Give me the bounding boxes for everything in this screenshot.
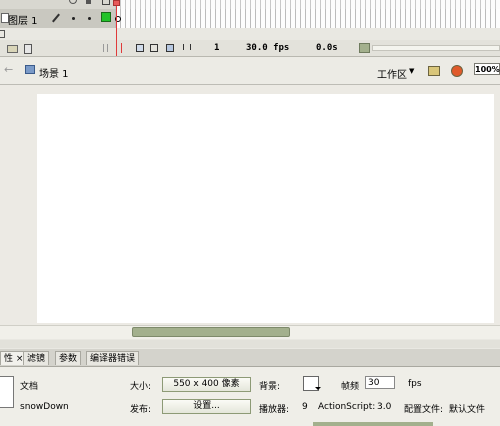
grip-icon bbox=[103, 44, 108, 52]
layer-color-icon[interactable] bbox=[101, 12, 111, 22]
stage[interactable] bbox=[37, 94, 494, 323]
edit-scene-icon[interactable] bbox=[428, 66, 440, 76]
layer-name[interactable]: 图层 1 bbox=[8, 12, 38, 27]
lock-dot-icon[interactable] bbox=[88, 17, 91, 20]
onion-markers-icon[interactable] bbox=[183, 44, 191, 50]
onion-skin-icon[interactable] bbox=[136, 44, 144, 52]
timeline-hscroll[interactable] bbox=[372, 45, 500, 51]
center-frame-icon[interactable] bbox=[121, 43, 122, 53]
visibility-dot-icon[interactable] bbox=[72, 17, 75, 20]
scroll-left-icon[interactable] bbox=[359, 43, 370, 53]
zoom-field[interactable]: 100% bbox=[474, 63, 500, 75]
timeline-spacer bbox=[0, 28, 500, 40]
tab-filters[interactable]: 滤镜 bbox=[23, 351, 50, 365]
edit-multiple-icon[interactable] bbox=[166, 44, 174, 52]
folder-icon[interactable] bbox=[7, 45, 18, 53]
onion-outline-icon[interactable] bbox=[150, 44, 158, 52]
frame-rate-display[interactable]: 30.0 fps bbox=[246, 43, 289, 53]
actionscript-value: 3.0 bbox=[377, 402, 392, 412]
doc-name: snowDown bbox=[20, 402, 69, 412]
size-label: 大小: bbox=[130, 382, 152, 392]
properties-panel bbox=[0, 367, 500, 426]
profile-value: 默认文件 bbox=[449, 405, 486, 415]
swatch-arrow-icon bbox=[315, 387, 321, 390]
publish-label: 发布: bbox=[130, 405, 152, 415]
outline-icon[interactable] bbox=[102, 0, 110, 5]
fps-field[interactable]: 30 bbox=[365, 376, 395, 389]
bg-label: 背景: bbox=[259, 382, 281, 392]
back-arrow-icon[interactable]: ← bbox=[4, 63, 13, 76]
workspace-menu[interactable]: 工作区 bbox=[377, 66, 407, 81]
lock-icon[interactable] bbox=[86, 0, 91, 4]
stage-scroll-thumb[interactable] bbox=[132, 327, 290, 337]
scene-icon bbox=[25, 65, 35, 74]
player-value: 9 bbox=[302, 402, 308, 412]
timeline-frames[interactable] bbox=[115, 0, 500, 28]
edit-symbol-icon[interactable] bbox=[451, 65, 463, 77]
settings-button[interactable]: 设置... bbox=[162, 399, 251, 414]
playhead-line bbox=[116, 0, 117, 56]
playhead-handle[interactable] bbox=[113, 0, 120, 6]
delete-layer-icon[interactable] bbox=[24, 44, 32, 54]
profile-label: 配置文件: bbox=[404, 405, 444, 415]
scene-label[interactable]: 场景 1 bbox=[39, 65, 69, 80]
size-button[interactable]: 550 x 400 像素 bbox=[162, 377, 251, 392]
tab-label: 性 bbox=[4, 354, 14, 364]
chevron-down-icon[interactable]: ▼ bbox=[409, 67, 414, 75]
player-label: 播放器: bbox=[259, 405, 290, 415]
actionscript-label: ActionScript: bbox=[318, 402, 376, 412]
doc-type: 文档 bbox=[20, 382, 39, 392]
panel-bottom-strip bbox=[313, 422, 433, 426]
elapsed-time: 0.0s bbox=[316, 43, 338, 53]
add-folder-icon[interactable] bbox=[0, 30, 5, 38]
fps-unit: fps bbox=[408, 379, 422, 389]
tab-compiler-errors[interactable]: 编译器错误 bbox=[86, 351, 140, 365]
fps-label: 帧频 bbox=[341, 382, 360, 392]
document-icon bbox=[0, 376, 14, 408]
tab-parameters[interactable]: 参数 bbox=[55, 351, 82, 365]
edit-bar bbox=[0, 57, 500, 85]
panel-divider[interactable] bbox=[0, 340, 500, 348]
current-frame: 1 bbox=[214, 43, 220, 53]
